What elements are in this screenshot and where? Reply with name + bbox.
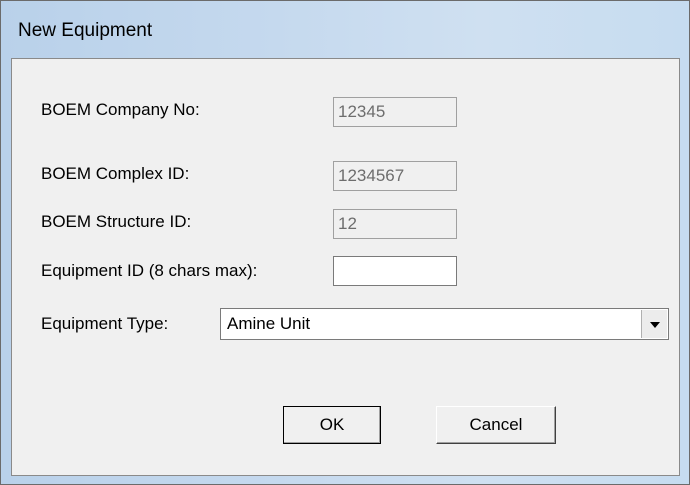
equipment-type-dropdown-button[interactable]: [641, 310, 667, 338]
equipment-type-select[interactable]: Amine Unit: [220, 308, 669, 340]
company-no-field: 12345: [333, 97, 457, 127]
complex-id-label: BOEM Complex ID:: [41, 164, 190, 183]
structure-id-label: BOEM Structure ID:: [41, 212, 192, 231]
equipment-id-label: Equipment ID (8 chars max):: [41, 261, 258, 280]
equipment-type-value: Amine Unit: [227, 314, 311, 333]
equipment-id-input[interactable]: [333, 256, 457, 286]
structure-id-field: 12: [333, 209, 457, 239]
title-bar[interactable]: New Equipment: [1, 1, 689, 59]
complex-id-field: 1234567: [333, 161, 457, 191]
company-no-label: BOEM Company No:: [41, 100, 200, 119]
dialog-client-area: BOEM Company No: 12345 BOEM Complex ID: …: [11, 58, 680, 476]
ok-button[interactable]: OK: [283, 406, 381, 444]
equipment-type-label: Equipment Type:: [41, 314, 169, 333]
window-title: New Equipment: [18, 20, 153, 41]
chevron-down-icon: [650, 322, 660, 328]
new-equipment-dialog: New Equipment BOEM Company No: 12345 BOE…: [0, 0, 690, 485]
cancel-button[interactable]: Cancel: [436, 406, 556, 444]
